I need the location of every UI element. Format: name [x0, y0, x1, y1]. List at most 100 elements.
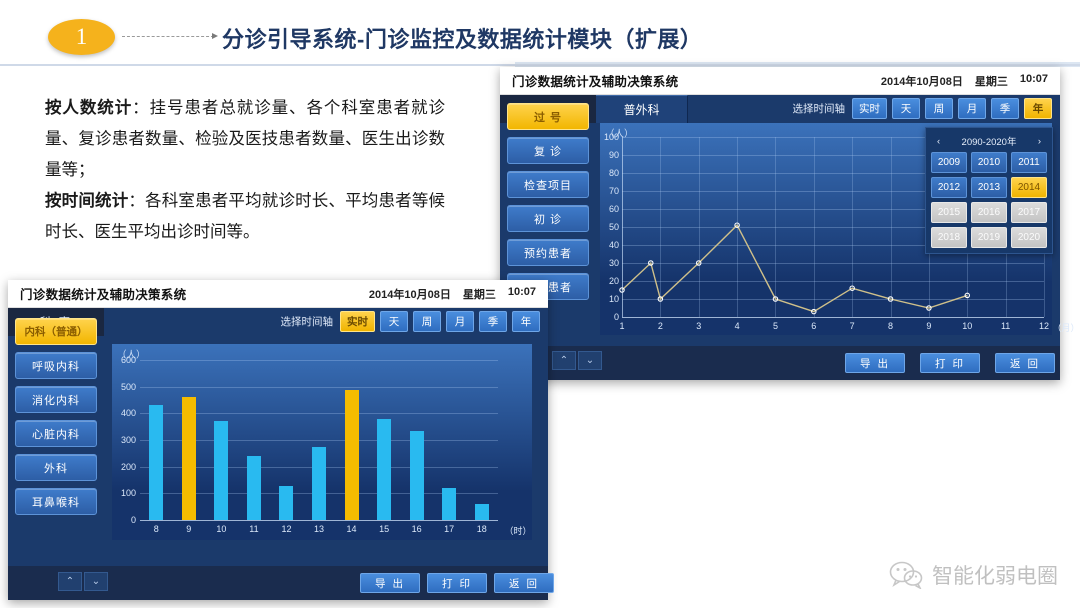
bar-column-11[interactable]	[246, 456, 261, 520]
slide-header: 1 分诊引导系统-门诊监控及数据统计模块（扩展）	[0, 0, 1080, 70]
bar-x-tick: 9	[186, 524, 192, 534]
wechat-icon	[889, 561, 923, 589]
bar-export-button[interactable]: 导 出	[360, 573, 420, 593]
bar-sidebar-item-5[interactable]: 耳鼻喉科	[15, 488, 97, 515]
bar-x-tick: 18	[476, 524, 487, 534]
bar-x-tick: 15	[379, 524, 390, 534]
bar-time-button-5[interactable]: 年	[512, 311, 540, 332]
year-cell-2009[interactable]: 2009	[931, 152, 967, 173]
year-cell-2010[interactable]: 2010	[971, 152, 1007, 173]
watermark: 智能化弱电圈	[889, 560, 1058, 590]
line-time-button-3[interactable]: 月	[958, 98, 986, 119]
year-cell-2020[interactable]: 2020	[1011, 227, 1047, 248]
bar-sidebar-item-3[interactable]: 心脏内科	[15, 420, 97, 447]
line-footer-pager: ⌃ ⌄	[552, 351, 602, 370]
line-x-axis-label: （月）	[1052, 323, 1080, 333]
line-app-weekday: 星期三	[974, 75, 1008, 88]
bar-column-12[interactable]	[279, 485, 294, 520]
watermark-text: 智能化弱电圈	[932, 564, 1058, 588]
bar-footer-page-up-icon[interactable]: ⌃	[58, 572, 82, 591]
year-cell-2012[interactable]: 2012	[931, 177, 967, 198]
bar-gridline	[140, 360, 498, 361]
bar-x-tick: 13	[313, 524, 325, 534]
page-title: 分诊引导系统-门诊监控及数据统计模块（扩展）	[222, 27, 703, 52]
year-picker-range-label: 2090-2020年	[961, 137, 1017, 148]
bar-app-time: 10:07	[507, 285, 536, 298]
section-number-badge: 1	[48, 19, 115, 55]
bar-app-body: 科 室 选择时间轴 实时天周月季年 内科（普通）呼吸内科消化内科心脏内科外科耳鼻…	[8, 308, 554, 600]
bar-column-9[interactable]	[181, 396, 196, 520]
bar-gridline	[140, 386, 498, 388]
year-picker-next-icon[interactable]: ›	[1038, 136, 1041, 147]
bar-x-axis-label: （时）	[504, 526, 532, 536]
year-picker-prev-icon[interactable]: ‹	[937, 136, 940, 147]
export-button[interactable]: 导 出	[845, 353, 905, 373]
line-sidebar-item-3[interactable]: 初 诊	[507, 205, 589, 232]
bar-x-tick: 8	[153, 524, 159, 534]
dotted-connector	[122, 36, 214, 37]
year-cell-2017[interactable]: 2017	[1011, 202, 1047, 223]
bar-back-button[interactable]: 返 回	[494, 573, 554, 593]
line-time-button-5[interactable]: 年	[1024, 98, 1052, 119]
bar-footer-page-down-icon[interactable]: ⌄	[84, 572, 108, 591]
footer-page-up-icon[interactable]: ⌃	[552, 351, 576, 370]
bar-gridline	[140, 520, 498, 521]
year-cell-2018[interactable]: 2018	[931, 227, 967, 248]
line-time-button-2[interactable]: 周	[925, 98, 953, 119]
line-time-button-1[interactable]: 天	[892, 98, 920, 119]
bar-sidebar-item-2[interactable]: 消化内科	[15, 386, 97, 413]
year-picker-popup: ‹ 2090-2020年 › 2009 2010 2011 2012 2013 2014 2…	[925, 127, 1053, 254]
print-button[interactable]: 打 印	[920, 353, 980, 373]
year-cell-2013[interactable]: 2013	[971, 177, 1007, 198]
line-sidebar-item-0[interactable]: 过 号	[507, 103, 589, 130]
bar-x-tick: 17	[444, 524, 455, 534]
bar-time-button-0[interactable]: 实时	[340, 311, 375, 332]
description-paragraph-1: 按人数统计：挂号患者总就诊量、各个科室患者就诊量、复诊患者数量、检验及医技患者数…	[45, 92, 445, 185]
bar-sidebar-item-4[interactable]: 外科	[15, 454, 97, 481]
header-divider	[0, 64, 1080, 66]
bar-app-date: 2014年10月08日	[368, 288, 451, 301]
bar-time-button-4[interactable]: 季	[479, 311, 507, 332]
bar-time-button-1[interactable]: 天	[380, 311, 408, 332]
bar-y-tick: 500	[120, 381, 136, 392]
bar-x-tick: 12	[281, 524, 292, 534]
bar-column-14[interactable]	[344, 390, 359, 520]
bar-column-17[interactable]	[442, 488, 457, 520]
tab-department-active[interactable]: 普外科	[596, 95, 688, 123]
bar-time-axis-controls: 选择时间轴 实时天周月季年	[281, 311, 540, 332]
bar-column-16[interactable]	[409, 430, 424, 520]
year-cell-2019[interactable]: 2019	[971, 227, 1007, 248]
description-block: 按人数统计：挂号患者总就诊量、各个科室患者就诊量、复诊患者数量、检验及医技患者数…	[45, 92, 445, 247]
desc-lead-1: 按人数统计	[45, 98, 133, 117]
year-picker-header: ‹ 2090-2020年 ›	[931, 133, 1047, 152]
bar-time-button-2[interactable]: 周	[413, 311, 441, 332]
bar-column-15[interactable]	[377, 419, 392, 520]
bar-sidebar-item-1[interactable]: 呼吸内科	[15, 352, 97, 379]
bar-column-8[interactable]	[149, 405, 164, 520]
year-cell-2016[interactable]: 2016	[971, 202, 1007, 223]
footer-page-down-icon[interactable]: ⌄	[578, 351, 602, 370]
line-app-datetime: 2014年10月08日 星期三 10:07	[881, 73, 1048, 89]
bar-y-tick: 300	[120, 435, 136, 445]
year-cell-2011[interactable]: 2011	[1011, 152, 1047, 173]
line-app-footer: ⌃ ⌄ 导 出 打 印 返 回	[500, 346, 1060, 380]
section-number: 1	[75, 24, 88, 49]
year-cell-2014[interactable]: 2014	[1011, 177, 1047, 198]
year-cell-2015[interactable]: 2015	[931, 202, 967, 223]
bar-column-10[interactable]	[214, 421, 229, 520]
line-sidebar-item-1[interactable]: 复 诊	[507, 137, 589, 164]
line-time-button-4[interactable]: 季	[991, 98, 1019, 119]
back-button[interactable]: 返 回	[995, 353, 1055, 373]
bar-x-tick: 10	[216, 524, 227, 534]
bar-print-button[interactable]: 打 印	[427, 573, 487, 593]
bar-y-tick: 200	[120, 461, 136, 472]
bar-column-13[interactable]	[312, 447, 326, 520]
bar-column-18[interactable]	[474, 504, 489, 520]
line-sidebar-item-2[interactable]: 检查项目	[507, 171, 589, 198]
bar-app-weekday: 星期三	[462, 288, 496, 301]
bar-sidebar-item-0[interactable]: 内科（普通）	[15, 318, 97, 345]
line-sidebar-item-4[interactable]: 预约患者	[507, 239, 589, 266]
line-time-button-0[interactable]: 实时	[852, 98, 887, 119]
line-y-axis	[622, 137, 623, 317]
bar-time-button-3[interactable]: 月	[446, 311, 474, 332]
